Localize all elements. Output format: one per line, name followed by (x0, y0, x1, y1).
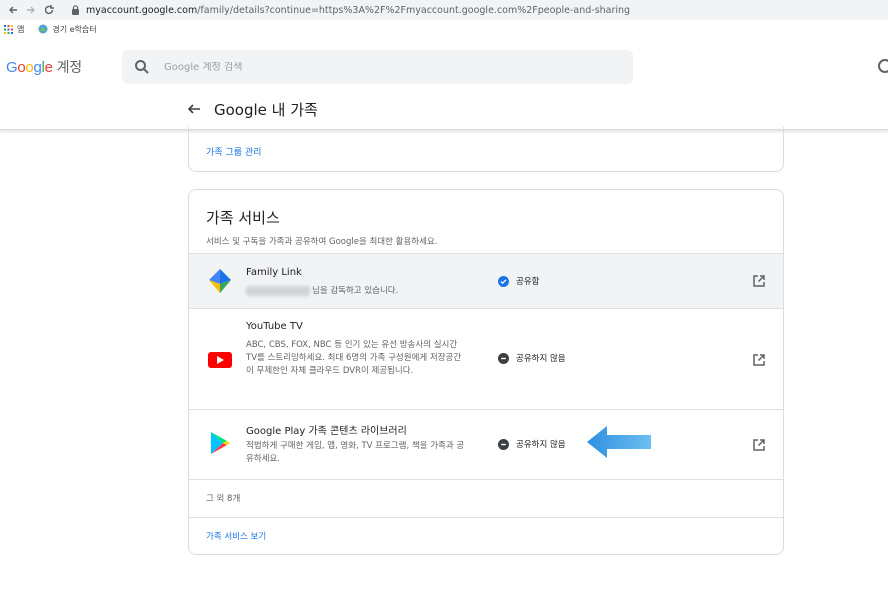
service-name: Family Link (246, 267, 302, 278)
browser-address-bar: myaccount.google.com/family/details?cont… (0, 0, 888, 20)
back-nav-icon[interactable] (4, 1, 22, 19)
family-services-card: 가족 서비스 서비스 및 구독을 가족과 공유하여 Google을 최대한 활용… (188, 189, 784, 555)
card-footer: 가족 서비스 보기 (189, 517, 783, 554)
service-name: YouTube TV (246, 321, 303, 332)
bookmark-label: 앱 (17, 24, 25, 34)
more-count-label: 그 외 8개 (206, 494, 241, 504)
help-icon[interactable] (878, 59, 888, 73)
service-row-family-link[interactable]: Family Link 님을 감독하고 있습니다. 공유함 (189, 253, 783, 308)
sharing-status: 공유하지 않음 (498, 438, 566, 450)
more-services-row[interactable]: 그 외 8개 (189, 479, 783, 517)
lock-icon (68, 3, 82, 17)
service-row-youtube-tv[interactable]: YouTube TV ABC, CBS, FOX, NBC 등 인기 있는 유선… (189, 308, 783, 409)
service-name: Google Play 가족 콘텐츠 라이브러리 (246, 426, 407, 437)
forward-nav-icon[interactable] (22, 1, 40, 19)
search-icon (135, 60, 149, 74)
back-arrow-icon[interactable] (186, 101, 202, 117)
redacted-name (246, 285, 310, 296)
open-in-new-icon[interactable] (752, 438, 766, 452)
service-description: ABC, CBS, FOX, NBC 등 인기 있는 유선 방송사의 실시간 T… (246, 340, 462, 376)
site-favicon (38, 24, 48, 34)
minus-circle-icon (498, 352, 509, 364)
view-family-services-link[interactable]: 가족 서비스 보기 (206, 530, 266, 542)
reload-icon[interactable] (40, 1, 58, 19)
minus-circle-icon (498, 438, 509, 450)
service-description: 적법하게 구매한 게임, 앱, 영화, TV 프로그램, 책을 가족과 공유하세… (246, 441, 465, 464)
section-subtitle: 서비스 및 구독을 가족과 공유하여 Google을 최대한 활용하세요. (206, 237, 438, 247)
account-header: Google 계정 (0, 44, 888, 90)
google-account-logo[interactable]: Google 계정 (6, 57, 82, 77)
bookmark-site[interactable]: 경기 e학습터 (38, 24, 97, 35)
section-title: 가족 서비스 (206, 209, 280, 227)
page-subheader: Google 내 가족 (0, 90, 888, 130)
youtube-icon (208, 352, 232, 368)
apps-grid-icon (4, 24, 13, 34)
service-description: 님을 감독하고 있습니다. (246, 285, 486, 298)
annotation-arrow-icon (587, 426, 651, 458)
account-search-box[interactable] (122, 50, 633, 84)
bookmarks-bar: 앱 경기 e학습터 (0, 20, 888, 38)
open-in-new-icon[interactable] (752, 353, 766, 367)
search-input[interactable] (164, 61, 564, 73)
url-text[interactable]: myaccount.google.com/family/details?cont… (86, 5, 630, 16)
page-title: Google 내 가족 (214, 101, 318, 119)
bookmark-apps[interactable]: 앱 (4, 24, 24, 35)
manage-family-group-link[interactable]: 가족 그룹 관리 (206, 145, 261, 158)
family-link-icon (209, 269, 231, 293)
check-circle-icon (498, 275, 509, 287)
open-in-new-icon[interactable] (752, 274, 766, 288)
bookmark-label: 경기 e학습터 (52, 24, 97, 34)
sharing-status: 공유함 (498, 275, 539, 287)
account-label: 계정 (56, 60, 82, 76)
sharing-status: 공유하지 않음 (498, 352, 566, 364)
family-group-card: 가족 그룹 관리 (188, 127, 784, 172)
google-play-icon (211, 432, 230, 454)
service-row-google-play[interactable]: Google Play 가족 콘텐츠 라이브러리 적법하게 구매한 게임, 앱,… (189, 409, 783, 479)
